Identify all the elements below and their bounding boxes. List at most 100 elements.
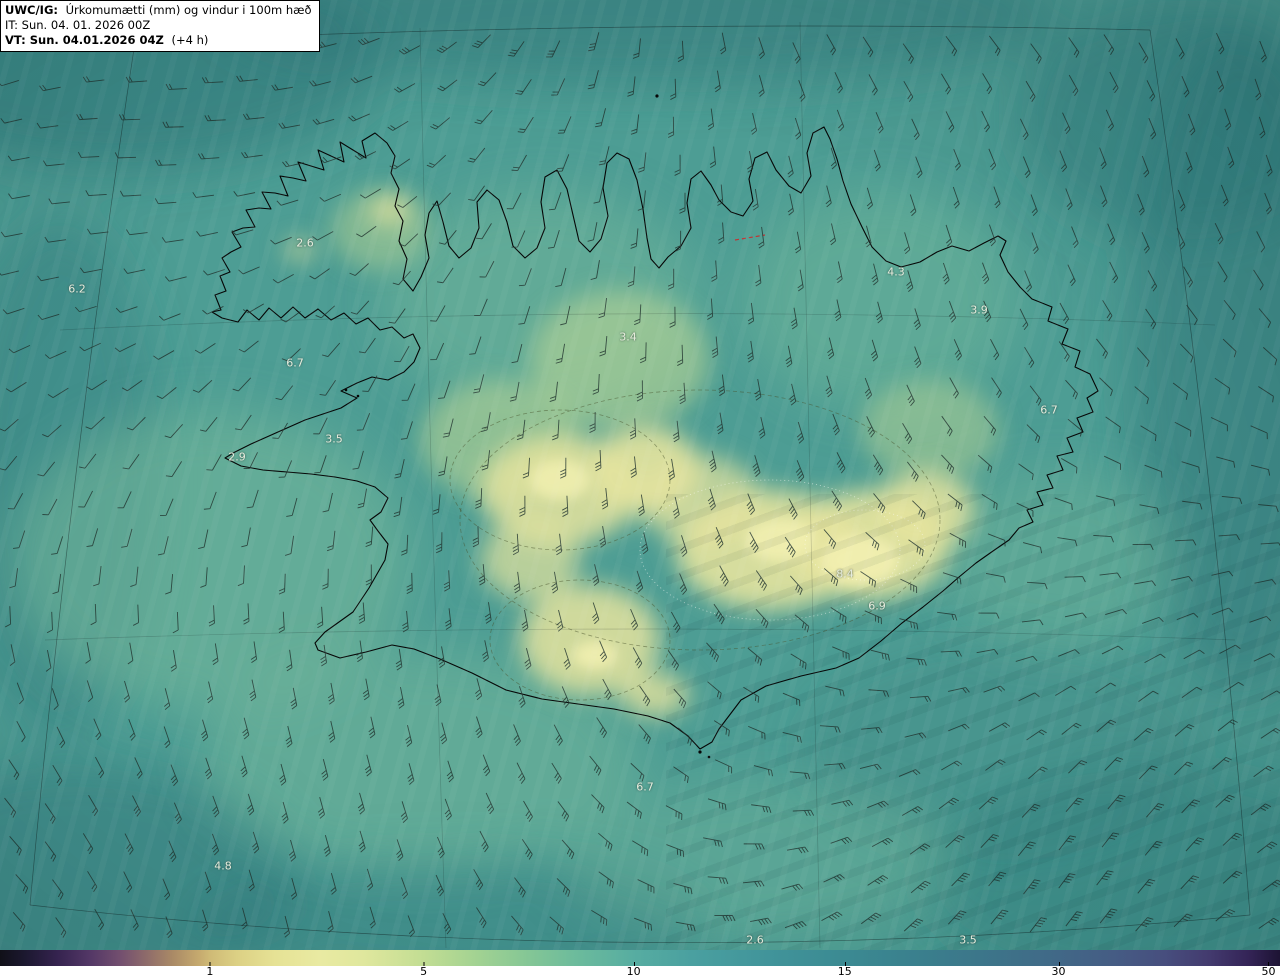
precip-shading-layer-shape-shape	[745, 518, 815, 562]
wind-barb-layer-shape-shape	[707, 108, 715, 131]
wind-barb-layer-shape-shape	[556, 154, 570, 172]
wind-barb-layer-shape-shape	[1071, 226, 1079, 249]
wind-barb-layer-shape-shape	[8, 193, 30, 200]
wind-barb-layer-shape	[832, 646, 850, 660]
wind-barb-layer-shape-shape	[667, 116, 675, 138]
wind-barb-layer-shape	[674, 154, 681, 176]
wind-barb-layer-shape	[595, 108, 606, 128]
wind-barb-layer-shape-shape	[709, 146, 716, 168]
wind-barb-layer-shape	[231, 229, 254, 236]
wind-barb-layer-shape	[394, 83, 416, 93]
wind-barb-layer-shape	[638, 152, 647, 173]
wind-barb-layer-shape-shape	[557, 116, 572, 134]
precip-shading-layer-shape-shape	[875, 470, 975, 550]
wind-barb-layer-shape	[467, 147, 486, 163]
wind-barb-layer-shape	[630, 114, 640, 135]
wind-barb-layer-shape-shape	[679, 192, 686, 214]
wind-barb-layer-shape-shape	[358, 337, 376, 354]
wind-barb-layer-shape	[1103, 455, 1121, 470]
wind-barb-layer-shape-shape	[192, 379, 213, 393]
wind-barb-layer-shape-shape	[511, 154, 527, 172]
colorbar-tick-label: 50	[1261, 962, 1276, 978]
wind-barb-layer-shape-shape	[713, 720, 730, 737]
wind-barb-layer-shape	[667, 116, 675, 138]
wind-barb-layer-shape	[276, 199, 299, 206]
wind-barb-layer-shape-shape	[787, 193, 794, 216]
wind-barb-layer-shape-shape	[832, 413, 840, 436]
wind-barb-layer-shape-shape	[426, 154, 447, 168]
island-dot	[707, 755, 711, 759]
wind-barb-layer-shape-shape	[430, 117, 451, 130]
wind-barb-layer-shape-shape	[674, 154, 681, 176]
wind-barb-layer-shape	[163, 726, 171, 749]
wind-barb-layer-shape	[794, 117, 802, 140]
wind-barb-layer-shape	[16, 720, 26, 743]
wind-barb-layer-shape-shape	[1099, 377, 1113, 397]
wind-barb-layer-shape-shape	[1260, 690, 1280, 701]
wind-barb-layer-shape-shape	[1260, 727, 1280, 739]
wind-barb-layer-shape	[281, 348, 301, 362]
wind-barb-layer-shape-shape	[1030, 43, 1042, 64]
wind-barb-layer-shape	[836, 452, 846, 474]
wind-barb-layer-shape-shape	[164, 276, 187, 282]
wind-barb-layer-shape	[1026, 424, 1041, 444]
wind-barb-layer-shape	[242, 303, 265, 314]
wind-barb-layer-shape	[836, 109, 845, 132]
wind-barb-layer-shape-shape	[348, 113, 370, 122]
colorbar-tick-label: 1	[206, 962, 214, 978]
wind-barb-layer-shape	[1102, 300, 1113, 322]
wind-barb-layer-shape-shape	[400, 421, 413, 440]
precip-shading-layer-shape-shape	[860, 380, 1000, 480]
wind-barb-layer-shape-shape	[667, 650, 679, 671]
wind-barb-layer-shape	[679, 192, 686, 214]
wind-barb-layer-shape	[238, 340, 259, 353]
wind-barb-layer-shape-shape	[161, 237, 184, 243]
wind-barb-layer-shape	[715, 759, 733, 774]
wind-barb-layer-shape	[402, 610, 409, 633]
wind-barb-layer-shape	[432, 494, 441, 515]
wind-barb-layer-shape	[1212, 756, 1232, 770]
wind-barb-layer-shape-shape	[389, 158, 411, 170]
wind-barb-layer-shape-shape	[677, 727, 693, 746]
wind-barb-layer-shape	[158, 313, 181, 321]
valid-time: VT: Sun. 04.01.2026 04Z	[5, 32, 164, 47]
wind-barb-layer-shape	[1030, 194, 1038, 217]
wind-barb-layer-shape	[787, 193, 794, 216]
wind-barb-layer-shape-shape	[953, 148, 961, 171]
wind-barb-layer-shape-shape	[753, 765, 773, 777]
wind-barb-layer-shape-shape	[716, 412, 724, 435]
wind-barb-layer-shape	[709, 146, 716, 168]
wind-barb-layer-shape	[472, 526, 479, 548]
wind-barb-layer-shape-shape	[673, 766, 689, 783]
wind-barb-layer-shape-shape	[276, 199, 299, 206]
wind-barb-layer-shape-shape	[868, 74, 878, 96]
wind-barb-layer-shape-shape	[592, 564, 600, 586]
wind-barb-layer-shape	[517, 116, 534, 133]
wind-barb-layer-shape-shape	[993, 186, 1001, 209]
wind-barb-layer-shape-shape	[356, 412, 371, 431]
wind-barb-layer-shape	[873, 149, 881, 172]
wind-barb-layer-shape-shape	[832, 646, 850, 660]
wind-barb-layer-shape-shape	[836, 109, 845, 132]
wind-barb-layer-shape-shape	[937, 611, 958, 621]
wind-barb-layer-shape	[1031, 232, 1039, 255]
wind-barb-layer-shape	[706, 298, 714, 320]
wind-barb-layer-shape	[356, 412, 371, 431]
wind-barb-layer-shape	[557, 116, 572, 134]
wind-barb-layer-shape-shape	[401, 383, 416, 401]
wind-barb-layer-shape-shape	[875, 111, 884, 134]
wind-barb-layer-shape-shape	[158, 313, 181, 321]
wind-barb-layer-shape-shape	[903, 80, 914, 103]
wind-barb-layer-shape-shape	[319, 156, 342, 164]
wind-barb-layer-shape-shape	[474, 110, 493, 125]
wind-barb-layer-shape	[1260, 690, 1280, 701]
wind-barb-layer-shape-shape	[790, 653, 807, 670]
wind-barb-layer-shape-shape	[991, 377, 1002, 399]
wind-barb-layer-shape-shape	[718, 374, 726, 397]
wind-barb-layer-shape-shape	[711, 336, 719, 358]
wind-barb-layer-shape	[988, 148, 997, 171]
wind-barb-layer-shape	[474, 110, 493, 125]
wind-barb-layer-shape	[748, 725, 766, 740]
wind-barb-layer-shape-shape	[467, 147, 486, 163]
wind-barb-layer-shape	[752, 455, 761, 477]
